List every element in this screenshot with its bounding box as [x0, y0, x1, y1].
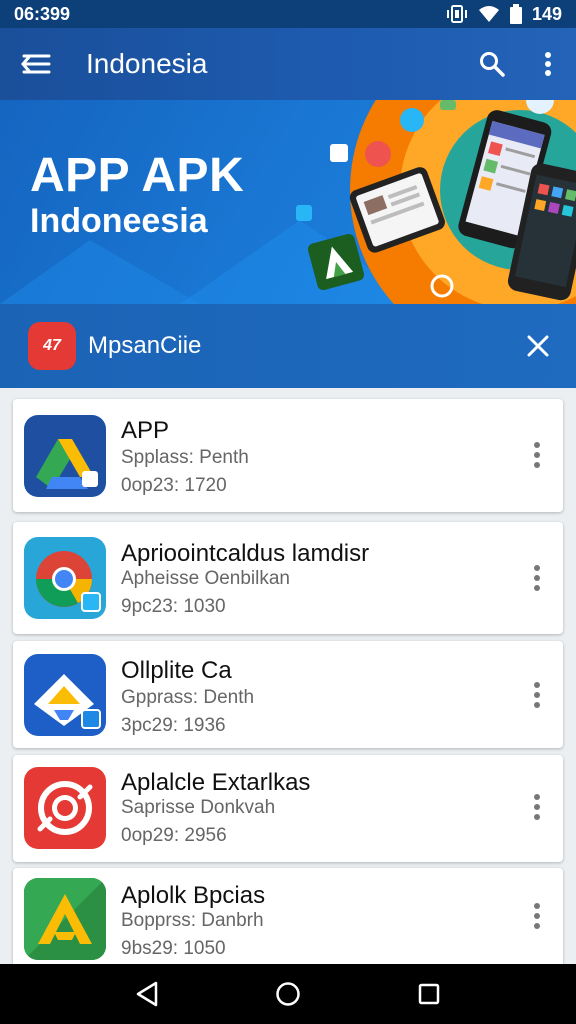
wifi-icon [478, 6, 499, 22]
drive-icon [24, 415, 106, 497]
battery-icon [509, 4, 522, 24]
green-a-icon [24, 878, 106, 960]
app-more-button[interactable] [519, 783, 555, 831]
vibrate-icon [446, 5, 467, 23]
app-meta: 9bs29: 1050 [121, 938, 226, 959]
app-card[interactable]: APP Spplass: Penth 0op23: 1720 [13, 399, 563, 512]
app-more-button[interactable] [519, 671, 555, 719]
banner-subtitle: Indoneesia [30, 202, 208, 240]
app-card[interactable]: Aplalcle Extarlkas Saprisse Donkvah 0op2… [13, 755, 563, 862]
app-more-button[interactable] [519, 431, 555, 479]
promo-strip[interactable]: 47 MpsanCiie [0, 304, 576, 388]
app-meta: 0op29: 2956 [121, 825, 227, 846]
app-bar-title: Indonesia [86, 48, 208, 79]
menu-button[interactable] [0, 28, 72, 100]
system-nav-bar [0, 964, 576, 1024]
app-developer: Gpprass: Denth [121, 687, 255, 708]
battery-level: 149 [531, 3, 562, 24]
app-card[interactable]: Ollplite Ca Gpprass: Denth 3pc29: 1936 [13, 641, 563, 748]
recents-icon [419, 983, 440, 1005]
promo-app-icon: 47 [28, 322, 76, 370]
status-time: 06:399 [14, 3, 71, 24]
app-bar: Indonesia [0, 28, 576, 100]
app-developer: Apheisse Oenbilkan [121, 568, 290, 589]
home-icon [276, 982, 300, 1006]
drive-alt-icon [24, 654, 106, 736]
nav-home-button[interactable] [258, 964, 318, 1024]
nav-recents-button[interactable] [399, 964, 459, 1024]
app-name: Aplolk Bpcias [121, 882, 266, 909]
red-app-icon [24, 767, 106, 849]
banner-title: APP APK [30, 149, 245, 202]
nav-back-button[interactable] [117, 964, 177, 1024]
promo-label: MpsanCiie [88, 332, 202, 359]
app-developer: Bopprss: Danbrh [121, 910, 264, 931]
app-list: APP Spplass: Penth 0op23: 1720 Apriooint… [0, 388, 576, 964]
app-card[interactable]: Aprioointcaldus lamdisr Apheisse Oenbilk… [13, 522, 563, 634]
close-icon [527, 335, 549, 357]
app-name: Aplalcle Extarlkas [121, 769, 311, 796]
search-icon [480, 52, 505, 77]
overflow-menu-button[interactable] [520, 28, 576, 100]
promo-icon-text: 47 [43, 337, 61, 354]
status-bar: 06:399 149 [0, 0, 576, 28]
chrome-icon [24, 537, 106, 619]
app-developer: Saprisse Donkvah [121, 797, 276, 818]
more-vert-icon [545, 52, 551, 76]
app-card[interactable]: Aplolk Bpcias Bopprss: Danbrh 9bs29: 105… [13, 868, 563, 964]
menu-icon [21, 54, 51, 74]
app-meta: 9pc23: 1030 [121, 596, 226, 617]
back-icon [136, 981, 157, 1007]
app-meta: 3pc29: 1936 [121, 715, 226, 736]
more-vert-icon [534, 682, 540, 708]
search-button[interactable] [464, 28, 520, 100]
app-developer: Spplass: Penth [121, 447, 249, 468]
app-more-button[interactable] [519, 892, 555, 940]
more-vert-icon [534, 565, 540, 591]
app-meta: 0op23: 1720 [121, 475, 227, 496]
app-name: APP [121, 417, 170, 444]
status-icons: 149 [446, 4, 562, 25]
more-vert-icon [534, 442, 540, 468]
more-vert-icon [534, 794, 540, 820]
more-vert-icon [534, 903, 540, 929]
app-name: Aprioointcaldus lamdisr [121, 540, 370, 567]
app-name: Ollplite Ca [121, 657, 232, 684]
hero-banner[interactable]: APP APK Indoneesia [0, 100, 576, 304]
promo-close-button[interactable] [506, 314, 570, 378]
app-more-button[interactable] [519, 554, 555, 602]
